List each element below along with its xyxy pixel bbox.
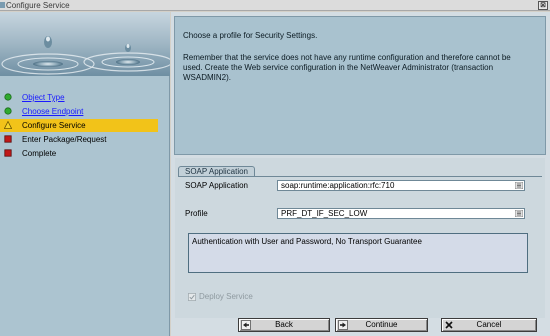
info-line: Remember that the service does not have … — [183, 53, 511, 62]
continue-button-label: Continue — [365, 320, 398, 329]
profile-value: PRF_DT_IF_SEC_LOW — [281, 209, 368, 218]
value-help-icon[interactable] — [515, 182, 523, 189]
profile-description: Authentication with User and Password, N… — [192, 237, 422, 246]
red-square-icon — [4, 149, 12, 157]
continue-button[interactable]: Continue — [335, 318, 428, 332]
step-enter-package-request: Enter Package/Request — [0, 133, 158, 146]
checkbox-checked-icon — [188, 293, 196, 301]
profile-field[interactable]: PRF_DT_IF_SEC_LOW — [277, 208, 525, 219]
step-object-type[interactable]: Object Type — [0, 91, 158, 104]
step-complete: Complete — [0, 147, 158, 160]
yellow-triangle-icon — [4, 121, 12, 129]
group-divider — [178, 176, 542, 177]
close-icon[interactable]: ⊠ — [538, 1, 548, 10]
water-drop-banner — [0, 12, 170, 76]
soap-application-label: SOAP Application — [185, 181, 249, 190]
info-line: WSADMIN2). — [183, 73, 231, 82]
step-configure-service: Configure Service — [0, 119, 158, 132]
step-choose-endpoint[interactable]: Choose Endpoint — [0, 105, 158, 118]
profile-description-box: Authentication with User and Password, N… — [188, 233, 528, 273]
value-help-icon[interactable] — [515, 210, 523, 217]
back-button-label: Back — [275, 320, 293, 329]
water-drop-image — [1, 36, 170, 75]
step-label: Complete — [22, 149, 57, 158]
title-bar: Configure Service ⊠ — [0, 0, 550, 11]
window-title: Configure Service — [6, 1, 70, 10]
step-label[interactable]: Object Type — [22, 91, 65, 104]
info-message: Choose a profile for Security Settings. … — [174, 16, 546, 155]
deploy-service-label: Deploy Service — [199, 292, 253, 301]
soap-application-group: SOAP Application SOAP Application soap:r… — [175, 158, 545, 318]
red-square-icon — [4, 135, 12, 143]
cancel-button-label: Cancel — [476, 320, 502, 329]
info-line: Choose a profile for Security Settings. — [183, 31, 318, 40]
info-line: used. Create the Web service configurati… — [183, 63, 494, 72]
group-tab: SOAP Application — [178, 166, 256, 176]
step-label[interactable]: Choose Endpoint — [22, 105, 83, 118]
profile-label: Profile — [185, 209, 208, 218]
soap-application-value: soap:runtime:application:rfc:710 — [281, 181, 395, 190]
green-circle-icon — [4, 93, 12, 101]
step-label: Enter Package/Request — [22, 135, 107, 144]
step-label: Configure Service — [22, 121, 86, 130]
back-button[interactable]: Back — [238, 318, 330, 332]
content-panel: Choose a profile for Security Settings. … — [171, 12, 550, 336]
soap-application-field[interactable]: soap:runtime:application:rfc:710 — [277, 180, 525, 191]
wizard-sidebar: Object Type Choose Endpoint Configure Se… — [0, 12, 170, 336]
wizard-steps: Object Type Choose Endpoint Configure Se… — [0, 76, 170, 336]
cancel-button[interactable]: Cancel — [441, 318, 537, 332]
green-circle-icon — [4, 107, 12, 115]
